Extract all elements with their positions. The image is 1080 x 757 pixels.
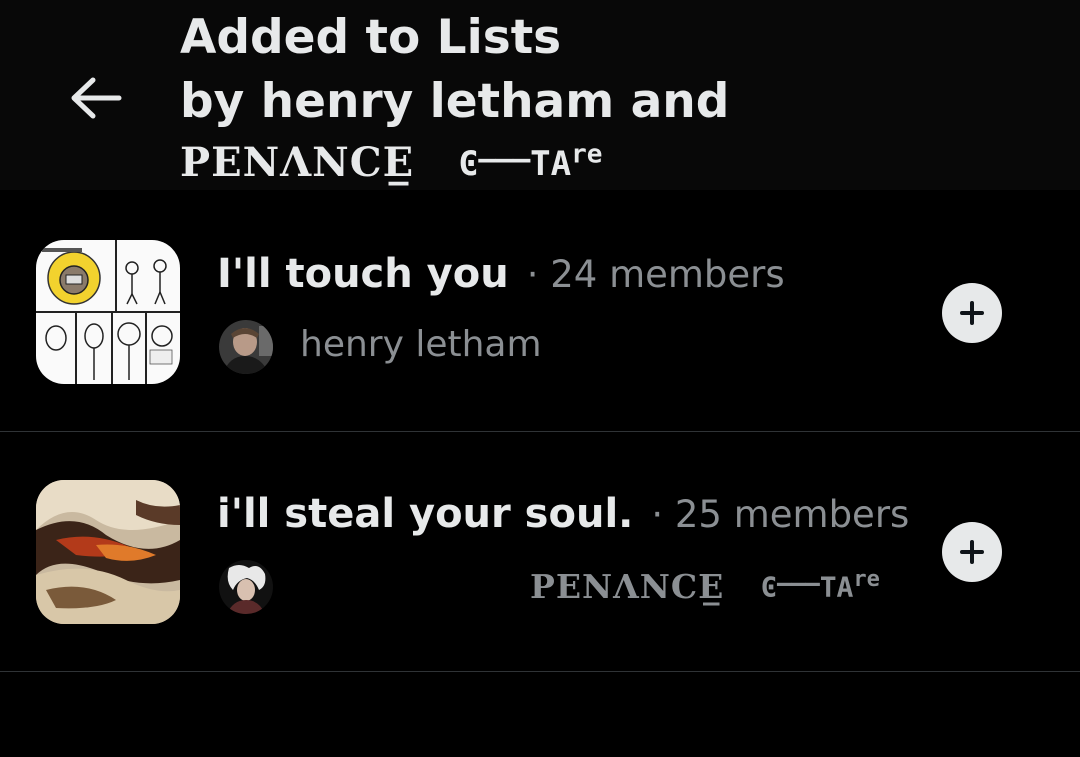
title-display-tag: ϾⲻⲻⲻTAre	[458, 139, 603, 184]
member-count: · 25 members	[651, 493, 910, 536]
owner-display-name: PENΛNCE̲	[530, 567, 725, 606]
page-title-line-2: by henry letham and	[180, 74, 730, 129]
owner-display-tag: ϾⲻⲻⲻTAre	[760, 567, 880, 604]
page-title: Added to Lists by henry letham and PENΛN…	[180, 6, 800, 190]
title-display-name: PENΛNCE̲	[180, 138, 415, 186]
list-name: i'll steal your soul.	[217, 491, 634, 537]
abstract-art-thumbnail	[36, 480, 180, 624]
divider	[0, 671, 1080, 672]
comic-strip-thumbnail	[36, 240, 180, 384]
list-name: I'll touch you	[217, 251, 509, 297]
list-item[interactable]: I'll touch you · 24 members henry letham	[0, 193, 1080, 431]
list-owner-name: PENΛNCE̲ ϾⲻⲻⲻTAre	[530, 567, 880, 606]
arrow-left-icon	[71, 77, 122, 119]
list-title-line: i'll steal your soul. · 25 members	[217, 491, 909, 537]
page-title-line-3: PENΛNCE̲ ϾⲻⲻⲻTAre	[180, 134, 800, 190]
plus-icon	[960, 301, 984, 325]
divider	[0, 431, 1080, 432]
page-header: Added to Lists by henry letham and PENΛN…	[0, 0, 1080, 190]
add-to-list-button[interactable]	[942, 522, 1002, 582]
avatar[interactable]	[219, 320, 273, 374]
back-button[interactable]	[66, 70, 126, 126]
member-count: · 24 members	[526, 253, 785, 296]
add-to-list-button[interactable]	[942, 283, 1002, 343]
page-title-line-1: Added to Lists	[180, 10, 562, 65]
list-owner-name: henry letham	[300, 324, 542, 365]
lists-page: Added to Lists by henry letham and PENΛN…	[0, 0, 1080, 757]
list-item[interactable]: i'll steal your soul. · 25 members PENΛN…	[0, 433, 1080, 671]
plus-icon	[960, 540, 984, 564]
list-title-line: I'll touch you · 24 members	[217, 251, 785, 297]
avatar[interactable]	[219, 560, 273, 614]
